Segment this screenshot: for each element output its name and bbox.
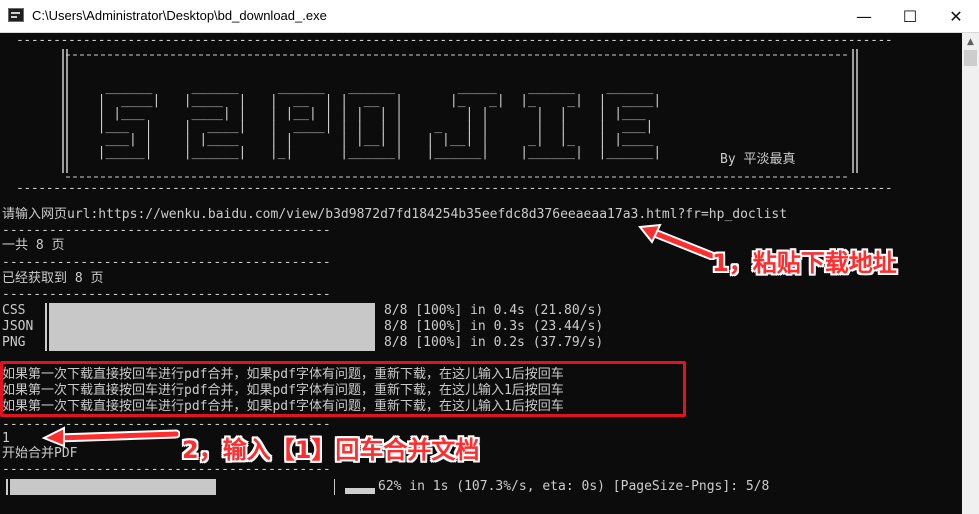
separator: ----------------------------------------… bbox=[2, 223, 331, 238]
final-progress-left-edge bbox=[6, 479, 8, 495]
url-prompt-line: 请输入网页url:https://wenku.baidu.com/view/b3… bbox=[2, 207, 788, 222]
arrow-icon bbox=[41, 426, 180, 448]
minimize-button[interactable]: — bbox=[841, 0, 887, 32]
merge-start-line: 开始合并PDF bbox=[2, 446, 78, 461]
banner-bottom-rule: ----------------------------------------… bbox=[16, 181, 893, 196]
final-progress-bar bbox=[10, 479, 216, 495]
final-progress-mini-bar bbox=[345, 488, 375, 494]
merge-hint-highlight-box bbox=[0, 361, 686, 417]
maximize-button[interactable]: ☐ bbox=[887, 0, 933, 32]
close-button[interactable]: ✕ bbox=[933, 0, 979, 32]
progress-label-json: JSON bbox=[2, 319, 34, 334]
progress-bar-left-edge bbox=[45, 303, 47, 351]
progress-label-png: PNG bbox=[2, 335, 26, 350]
banner-byline: By 平淡最真 bbox=[720, 152, 796, 167]
progress-label-css: CSS bbox=[2, 303, 26, 318]
fetched-pages-line: 已经获取到 8 页 bbox=[2, 271, 104, 286]
arrow-icon bbox=[638, 223, 716, 260]
final-progress-stats: 62% in 1s (107.3%/s, eta: 0s) [PageSize-… bbox=[378, 479, 770, 494]
title-bar: C:\Users\Administrator\Desktop\bd_downlo… bbox=[0, 0, 979, 33]
console-app-icon bbox=[8, 8, 24, 22]
annotation-step2: 2，输入【1】回车合并文档 bbox=[182, 436, 480, 464]
progress-stats-png: 8/8 [100%] in 0.2s (37.79/s) bbox=[384, 335, 604, 350]
progress-bar-css-json-png bbox=[49, 303, 375, 351]
separator: ----------------------------------------… bbox=[2, 255, 331, 270]
final-progress-right-edge bbox=[334, 479, 335, 495]
separator: ----------------------------------------… bbox=[2, 287, 331, 302]
window-title: C:\Users\Administrator\Desktop\bd_downlo… bbox=[32, 8, 327, 23]
scroll-up-arrow-icon[interactable]: ▲ bbox=[962, 33, 979, 50]
user-input-line[interactable]: 1 bbox=[2, 431, 10, 447]
total-pages-line: 一共 8 页 bbox=[2, 238, 65, 253]
progress-stats-json: 8/8 [100%] in 0.3s (23.44/s) bbox=[384, 319, 604, 334]
banner-logo: ______ ______ ______ ______ _____ ______… bbox=[60, 41, 860, 191]
scroll-thumb[interactable] bbox=[964, 50, 977, 66]
vertical-scrollbar[interactable]: ▲ bbox=[962, 33, 979, 514]
annotation-step1: 1，粘贴下载地址 bbox=[712, 249, 897, 277]
ascii-art-line: |_____| |______| |_| |______| |______| |… bbox=[82, 145, 662, 160]
progress-stats-css: 8/8 [100%] in 0.4s (21.80/s) bbox=[384, 303, 604, 318]
